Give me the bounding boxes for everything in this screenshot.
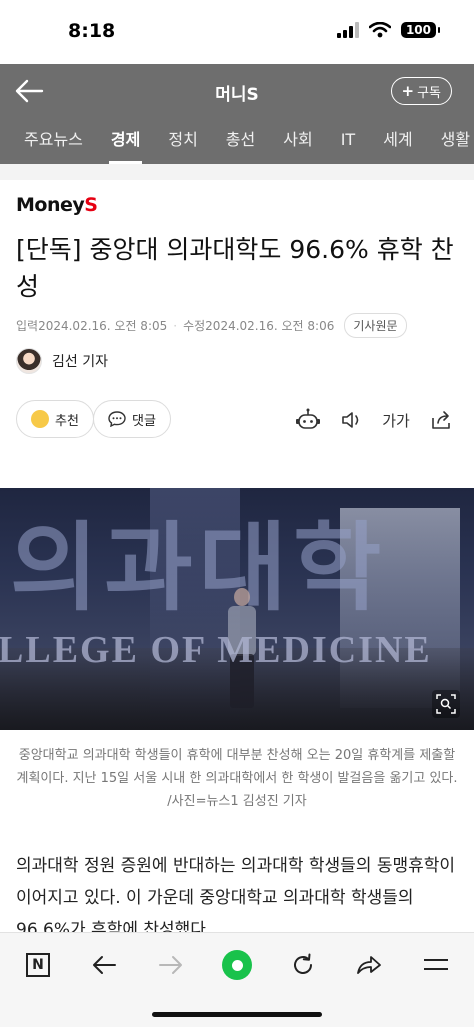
comment-label: 댓글: [132, 413, 156, 429]
share-page-button[interactable]: [353, 949, 385, 981]
author-row[interactable]: 김선 기자: [16, 348, 108, 374]
like-label: 추천: [55, 413, 79, 429]
author-avatar: [16, 348, 42, 374]
brand-main: Money: [16, 194, 85, 216]
back-button[interactable]: [88, 949, 120, 981]
article-body: 의과대학 정원 증원에 반대하는 의과대학 학생들의 동맹휴학이 이어지고 있다…: [16, 856, 456, 932]
published-date: 입력2024.02.16. 오전 8:05: [16, 319, 168, 333]
original-article-button[interactable]: 기사원문: [344, 313, 407, 338]
subscribe-button[interactable]: + 구독: [390, 77, 452, 105]
status-time: 8:18: [68, 20, 116, 42]
reload-icon: [294, 953, 312, 974]
back-arrow-icon[interactable]: [14, 78, 44, 104]
article-photo[interactable]: 의과대학 LLEGE OF MEDICINE: [0, 488, 474, 730]
plus-icon: +: [401, 82, 415, 100]
header-top: 머니S + 구독: [0, 64, 474, 118]
comment-button[interactable]: 댓글: [93, 400, 171, 438]
publisher-logo[interactable]: MoneyS: [16, 194, 98, 216]
article-headline: [단독] 중앙대 의과대학도 96.6% 휴학 찬성: [16, 235, 454, 301]
photo-zoom-icon[interactable]: [432, 690, 460, 718]
author-name: 김선 기자: [52, 354, 108, 370]
wifi-icon: [368, 22, 391, 38]
cellular-signal-icon: [336, 22, 359, 38]
brand-accent: S: [84, 194, 98, 216]
tab-main-news[interactable]: 주요뉴스: [0, 118, 97, 164]
menu-button[interactable]: [420, 949, 452, 981]
back-icon: [93, 956, 116, 974]
speech-bubble-icon: [108, 411, 126, 427]
modified-date: 수정2024.02.16. 오전 8:06: [183, 319, 335, 333]
forward-icon: [159, 956, 182, 974]
tab-society[interactable]: 사회: [269, 118, 326, 164]
category-tabs: 주요뉴스 경제 정치 총선 사회 IT 세계 생활: [0, 118, 474, 164]
speaker-icon[interactable]: [338, 406, 366, 434]
status-icons: 100: [336, 22, 441, 38]
forward-button[interactable]: [155, 949, 187, 981]
app-header: 머니S + 구독 주요뉴스 경제 정치 총선 사회 IT 세계 생활: [0, 64, 474, 164]
subscribe-label: 구독: [417, 85, 441, 101]
green-dot-button[interactable]: [221, 949, 253, 981]
photo-caption: 중앙대학교 의과대학 학생들이 휴학에 대부분 찬성해 오는 20일 휴학계를 …: [16, 748, 458, 809]
status-bar: 8:18 100: [0, 0, 474, 64]
meta-separator: ·: [173, 318, 178, 333]
photo-sign-korean: 의과대학: [10, 511, 388, 624]
tab-it[interactable]: IT: [327, 118, 370, 164]
tab-election[interactable]: 총선: [212, 118, 269, 164]
article-actions: 추천 댓글 가가: [16, 400, 458, 440]
photo-sign-english: LLEGE OF MEDICINE: [0, 629, 432, 671]
like-button[interactable]: 추천: [16, 400, 94, 438]
share-arrow-icon: [357, 956, 381, 974]
home-indicator[interactable]: [152, 1012, 322, 1017]
reload-button[interactable]: [287, 949, 319, 981]
battery-indicator: 100: [400, 22, 441, 38]
tab-life[interactable]: 생활: [427, 118, 474, 164]
naver-home-button[interactable]: N: [22, 949, 54, 981]
green-dot-icon: [222, 950, 252, 980]
font-size-button[interactable]: 가가: [382, 406, 410, 434]
smile-icon: [31, 410, 49, 428]
naver-n-icon: N: [26, 953, 50, 977]
section-divider: [0, 164, 474, 180]
tab-politics[interactable]: 정치: [154, 118, 211, 164]
tab-world[interactable]: 세계: [369, 118, 426, 164]
tab-economy[interactable]: 경제: [97, 118, 154, 164]
share-icon[interactable]: [428, 406, 456, 434]
article-meta: 입력2024.02.16. 오전 8:05 · 수정2024.02.16. 오전…: [16, 313, 407, 338]
summary-bot-icon[interactable]: [294, 406, 322, 434]
hamburger-menu-icon: [424, 959, 448, 970]
